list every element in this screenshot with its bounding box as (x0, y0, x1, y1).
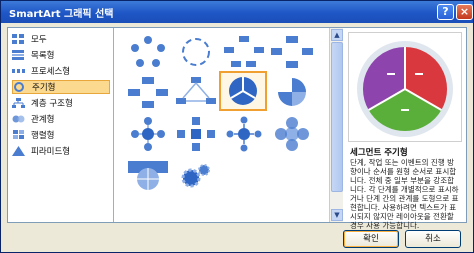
scroll-down-button[interactable]: ▼ (331, 209, 343, 221)
layout-thumb-segmented-cycle[interactable] (219, 71, 267, 111)
layout-thumb-diverging-radial[interactable] (221, 116, 267, 152)
list-icon (12, 50, 25, 60)
segmented-cycle-preview-graphic (357, 41, 453, 137)
dialog-content: 모두 목록형 프로세스형 주기형 계층 구조형 관계형 행렬형 피라미드형 ▲ … (7, 27, 467, 230)
category-item-hierarchy[interactable]: 계층 구조형 (12, 96, 110, 110)
hierarchy-icon (12, 98, 25, 108)
layout-thumb-continuous-cycle[interactable] (125, 74, 171, 110)
gallery-scrollbar[interactable]: ▲ ▼ (329, 28, 343, 222)
cycle-icon (13, 82, 26, 92)
layout-description: 단계, 작업 또는 이벤트의 진행 방향이나 순서를 원형 순서로 표시합니다.… (350, 158, 459, 230)
layout-name: 세그먼트 주기형 (350, 148, 408, 158)
category-item-cycle[interactable]: 주기형 (12, 80, 110, 94)
layout-thumb-cycle-target[interactable] (125, 158, 171, 194)
layout-thumb-radial-venn[interactable] (269, 116, 315, 152)
category-item-pyramid[interactable]: 피라미드형 (12, 144, 110, 158)
scroll-thumb[interactable] (331, 42, 343, 192)
category-label: 주기형 (32, 83, 56, 93)
category-label: 관계형 (31, 115, 55, 125)
title-bar[interactable]: SmartArt 그래픽 선택 ? × (1, 1, 473, 23)
relationship-icon (12, 114, 25, 124)
category-label: 목록형 (31, 51, 55, 61)
layout-thumb-multidirectional-cycle[interactable] (173, 74, 219, 110)
category-item-process[interactable]: 프로세스형 (12, 64, 110, 78)
layout-thumb-radial-cluster[interactable] (173, 116, 219, 152)
dialog-title: SmartArt 그래픽 선택 (9, 9, 114, 20)
layout-thumb-radial-cycle[interactable] (125, 116, 171, 152)
category-item-matrix[interactable]: 행렬형 (12, 128, 110, 142)
preview-pane: 세그먼트 주기형 단계, 작업 또는 이벤트의 진행 방향이나 순서를 원형 순… (344, 28, 466, 230)
all-icon (12, 34, 25, 44)
layout-gallery: ▲ ▼ (115, 28, 343, 222)
category-item-relationship[interactable]: 관계형 (12, 112, 110, 126)
matrix-icon (12, 130, 25, 140)
pyramid-icon (12, 146, 25, 156)
smartart-dialog: SmartArt 그래픽 선택 ? × 모두 목록형 프로세스형 주기형 계층 … (0, 0, 474, 253)
ok-button[interactable]: 확인 (343, 230, 399, 248)
category-label: 피라미드형 (31, 147, 71, 157)
layout-thumb-gear[interactable] (173, 158, 219, 194)
layout-preview (348, 32, 462, 142)
layout-thumb-text-cycle[interactable] (173, 34, 219, 70)
category-label: 모두 (31, 35, 47, 45)
category-label: 행렬형 (31, 131, 55, 141)
close-button[interactable]: × (456, 4, 473, 20)
scroll-up-button[interactable]: ▲ (331, 29, 343, 41)
layout-thumb-block-cycle[interactable] (221, 34, 267, 70)
process-icon (12, 66, 25, 76)
help-button[interactable]: ? (437, 4, 454, 20)
layout-thumb-basic-cycle[interactable] (125, 34, 171, 70)
layout-thumb-cycle-matrix[interactable] (269, 74, 315, 110)
cancel-button[interactable]: 취소 (405, 230, 461, 248)
category-list: 모두 목록형 프로세스형 주기형 계층 구조형 관계형 행렬형 피라미드형 (8, 28, 114, 222)
category-item-list[interactable]: 목록형 (12, 48, 110, 62)
layout-thumb-nondirectional-cycle[interactable] (269, 34, 315, 70)
category-label: 프로세스형 (31, 67, 71, 77)
category-item-all[interactable]: 모두 (12, 32, 110, 46)
category-label: 계층 구조형 (31, 99, 73, 109)
